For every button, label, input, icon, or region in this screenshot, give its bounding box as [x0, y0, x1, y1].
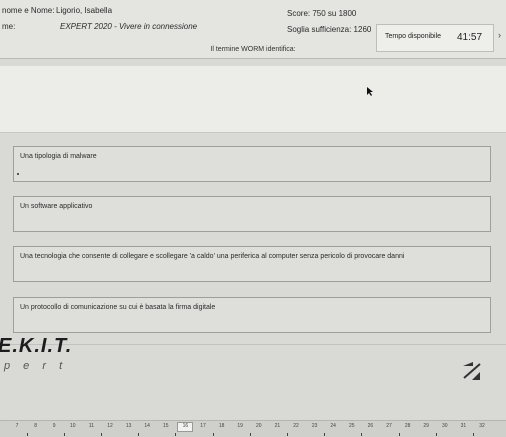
pager-item-15[interactable]: 15 [159, 423, 173, 429]
score-text: Score: 750 su 1800 [287, 9, 357, 18]
question-text: Il termine WORM identifica: [210, 46, 296, 53]
pager-item-9[interactable]: 9 [47, 423, 61, 429]
pager-item-24[interactable]: 24 [326, 423, 340, 429]
pager-item-13[interactable]: 13 [122, 423, 136, 429]
pager-item-17[interactable]: 17 [196, 423, 210, 429]
pager-item-22[interactable]: 22 [289, 423, 303, 429]
pager-item-10[interactable]: 10 [66, 423, 80, 429]
pager-item-25[interactable]: 25 [345, 423, 359, 429]
logo-text: E.K.I.T. [0, 335, 73, 357]
answer-option-4[interactable]: Un protocollo di comunicazione su cui è … [13, 297, 491, 333]
exam-value: EXPERT 2020 - Vivere in connessione [60, 22, 198, 31]
answer-option-label: Un software applicativo [20, 203, 93, 210]
pager-item-31[interactable]: 31 [456, 423, 470, 429]
threshold-text: Soglia sufficienza: 1260 [287, 25, 372, 34]
pager-item-27[interactable]: 27 [382, 423, 396, 429]
pager-item-20[interactable]: 20 [252, 423, 266, 429]
next-arrow-icon[interactable] [460, 360, 484, 382]
answer-option-2[interactable]: Un software applicativo [13, 196, 491, 232]
question-pager: 7 8 9 10 11 12 13 14 15 16 17 18 19 20 21 22 23 24 25 26 27 2… [0, 420, 506, 437]
pager-item-28[interactable]: 28 [401, 423, 415, 429]
divider [0, 344, 506, 345]
question-panel [0, 66, 506, 133]
candidate-name-value: Ligorio, Isabella [56, 6, 113, 15]
pager-item-14[interactable]: 14 [140, 423, 154, 429]
answer-option-label: Una tipologia di malware [20, 153, 97, 160]
candidate-name-label: nome e Nome: [2, 6, 55, 15]
selection-dot [17, 173, 19, 175]
pager-item-23[interactable]: 23 [308, 423, 322, 429]
pager-item-18[interactable]: 18 [215, 423, 229, 429]
chevron-right-icon[interactable]: › [498, 30, 501, 40]
answer-option-label: Una tecnologia che consente di collegare… [20, 253, 405, 260]
pager-item-19[interactable]: 19 [233, 423, 247, 429]
answer-option-1[interactable]: Una tipologia di malware [13, 146, 491, 182]
timer-label: Tempo disponibile [385, 33, 442, 40]
cursor-icon [367, 87, 373, 96]
pager-item-30[interactable]: 30 [438, 423, 452, 429]
timer-value: 41:57 [457, 32, 483, 43]
pager-item-21[interactable]: 21 [270, 423, 284, 429]
pager-item-8[interactable]: 8 [29, 423, 43, 429]
logo-subtext: p e r t [4, 360, 68, 372]
pager-item-29[interactable]: 29 [419, 423, 433, 429]
exam-label: me: [2, 22, 16, 31]
pager-item-7[interactable]: 7 [10, 423, 24, 429]
pager-item-11[interactable]: 11 [84, 423, 98, 429]
answer-option-3[interactable]: Una tecnologia che consente di collegare… [13, 246, 491, 282]
pager-item-12[interactable]: 12 [103, 423, 117, 429]
pager-item-26[interactable]: 26 [363, 423, 377, 429]
pager-item-32[interactable]: 32 [475, 423, 489, 429]
pager-item-16[interactable]: 16 [177, 422, 194, 432]
answer-option-label: Un protocollo di comunicazione su cui è … [20, 304, 216, 311]
